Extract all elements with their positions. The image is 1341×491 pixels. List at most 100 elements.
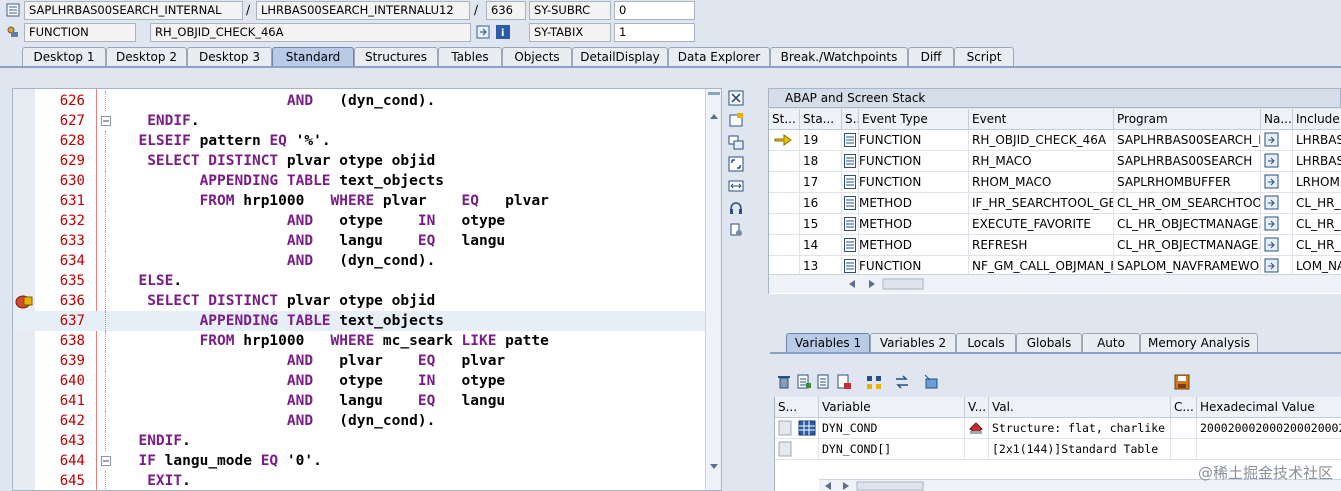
line-number-field[interactable]: 636 <box>486 1 526 20</box>
variable-column-header[interactable]: Variable <box>819 397 965 418</box>
variable-value-cell[interactable]: Structure: flat, charlike <box>989 418 1171 439</box>
include-field[interactable]: LHRBAS00SEARCH_INTERNALU12 <box>256 1 470 20</box>
code-line[interactable]: 630 APPENDING TABLE text_objects <box>13 171 707 191</box>
stack-column-header[interactable]: Event Type <box>859 109 969 130</box>
maximize-icon[interactable] <box>728 156 744 172</box>
code-line[interactable]: 628 ELSEIF pattern EQ '%'. <box>13 131 707 151</box>
tab-diff[interactable]: Diff <box>908 47 954 67</box>
variable-row[interactable]: DYN_COND[] [2x1(144)]Standard Table <box>775 439 1341 460</box>
variable-column-header[interactable]: S... <box>775 397 819 418</box>
program-field[interactable]: SAPLHRBAS00SEARCH_INTERNAL <box>24 1 243 20</box>
code-line[interactable]: 639 AND plvar EQ plvar <box>13 351 707 371</box>
code-line[interactable]: 633 AND langu EQ langu <box>13 231 707 251</box>
stack-column-header[interactable]: Include <box>1293 109 1341 130</box>
tab-variables-1[interactable]: Variables 1 <box>786 333 870 353</box>
navigate-icon[interactable] <box>1261 214 1293 235</box>
stack-row[interactable]: 16 METHOD IF_HR_SEARCHTOOL_GB... CL_HR_OM_S… <box>769 193 1341 214</box>
variable-column-header[interactable]: C... <box>1171 397 1197 418</box>
stack-row[interactable]: 15 METHOD EXECUTE_FAVORITE CL_HR_OBJECTMANA… <box>769 214 1341 235</box>
variable-column-header[interactable]: Hexadecimal Value <box>1197 397 1341 418</box>
code-line[interactable]: 635 ELSE. <box>13 271 707 291</box>
code-line[interactable]: 632 AND otype IN otype <box>13 211 707 231</box>
code-line[interactable]: 626 AND (dyn_cond). <box>13 91 707 111</box>
code-line[interactable]: 629 SELECT DISTINCT plvar otype objid <box>13 151 707 171</box>
new-variable-icon[interactable] <box>796 374 812 390</box>
tab-variables-2[interactable]: Variables 2 <box>870 333 956 353</box>
cursor-icon[interactable] <box>924 374 940 390</box>
split-icon[interactable] <box>728 134 744 150</box>
stack-column-header[interactable]: S... <box>842 109 859 130</box>
swap-icon[interactable] <box>894 374 910 390</box>
tab-locals[interactable]: Locals <box>956 333 1016 353</box>
tab-standard[interactable]: Standard <box>272 47 354 67</box>
variable-name-cell[interactable]: DYN_COND <box>819 418 965 439</box>
headset-icon[interactable] <box>728 200 744 216</box>
code-line[interactable]: 640 AND otype IN otype <box>13 371 707 391</box>
code-line[interactable]: 642 AND (dyn_cond). <box>13 411 707 431</box>
stack-column-header[interactable]: St... <box>769 109 800 130</box>
tab-objects[interactable]: Objects <box>502 47 572 67</box>
save-icon[interactable] <box>1174 374 1190 390</box>
settings-icon[interactable] <box>728 222 744 238</box>
variable-change-cell[interactable] <box>965 439 989 460</box>
tab-data-explorer[interactable]: Data Explorer <box>668 47 770 67</box>
code-line[interactable]: 638 FROM hrp1000 WHERE mc_seark LIKE pat… <box>13 331 707 351</box>
code-line[interactable]: 645 EXIT. <box>13 471 707 490</box>
navigate-icon[interactable] <box>1261 172 1293 193</box>
fold-toggle[interactable] <box>101 116 111 126</box>
variable-row[interactable]: DYN_COND Structure: flat, charlike 2000200… <box>775 418 1341 439</box>
event-name-field[interactable]: RH_OBJID_CHECK_46A <box>150 23 471 42</box>
source-code-editor[interactable]: 626 AND (dyn_cond). 627 ENDIF. 628 ELSEIF … <box>12 88 722 491</box>
code-line[interactable]: 641 AND langu EQ langu <box>13 391 707 411</box>
variable-select-cell[interactable] <box>775 418 819 439</box>
variable-value-cell[interactable]: [2x1(144)]Standard Table <box>989 439 1171 460</box>
stack-column-header[interactable]: Na... <box>1261 109 1293 130</box>
code-line[interactable]: 644 IF langu_mode EQ '0'. <box>13 451 707 471</box>
code-line[interactable]: 634 AND (dyn_cond). <box>13 251 707 271</box>
info-icon[interactable]: i <box>496 25 510 39</box>
stack-row[interactable]: 18 FUNCTIONRH_MACOSAPLHRBAS00SEARCH LHRBAS… <box>769 151 1341 172</box>
editor-vertical-scrollbar[interactable] <box>705 89 721 490</box>
breakpoint-icon[interactable] <box>15 293 33 309</box>
import-icon[interactable] <box>836 374 852 390</box>
stack-column-header[interactable]: Sta... <box>800 109 842 130</box>
navigate-icon[interactable] <box>1261 235 1293 256</box>
tab-tables[interactable]: Tables <box>438 47 502 67</box>
navigate-icon[interactable] <box>1261 130 1293 151</box>
tab-desktop-2[interactable]: Desktop 2 <box>106 47 187 67</box>
event-type-field[interactable]: FUNCTION <box>24 23 136 42</box>
tab-desktop-1[interactable]: Desktop 1 <box>22 47 106 67</box>
code-line[interactable]: 627 ENDIF. <box>13 111 707 131</box>
tab-detail-display[interactable]: DetailDisplay <box>572 47 668 67</box>
code-line[interactable]: 636 SELECT DISTINCT plvar otype objid <box>13 291 707 311</box>
current-code-line[interactable]: 637 APPENDING TABLE text_objects <box>13 311 707 331</box>
tab-script[interactable]: Script <box>954 47 1014 67</box>
stack-column-header[interactable]: Program <box>1114 109 1261 130</box>
change-value-icon[interactable] <box>965 418 989 439</box>
navigate-icon[interactable] <box>1261 193 1293 214</box>
stack-row[interactable]: 17 FUNCTIONRHOM_MACOSAPLRHOMBUFFER LRHOMBU <box>769 172 1341 193</box>
tab-globals[interactable]: Globals <box>1016 333 1082 353</box>
variable-column-header[interactable]: Val. <box>989 397 1171 418</box>
navigate-icon[interactable] <box>476 25 490 39</box>
navigate-icon[interactable] <box>1261 151 1293 172</box>
stack-row[interactable]: 14 METHOD REFRESH CL_HR_OBJECTMANAGE... CL_H… <box>769 235 1341 256</box>
variable-column-header[interactable]: V... <box>965 397 989 418</box>
export-icon[interactable] <box>816 374 832 390</box>
resize-icon[interactable] <box>728 178 744 194</box>
stack-column-header[interactable]: Event <box>969 109 1114 130</box>
stack-row[interactable]: 19 FUNCTION RH_OBJID_CHECK_46A SAPLHRBAS00S… <box>769 130 1341 151</box>
close-icon[interactable] <box>728 90 744 106</box>
delete-icon[interactable] <box>776 374 792 390</box>
code-line[interactable]: 643 ENDIF. <box>13 431 707 451</box>
variable-select-cell[interactable] <box>775 439 819 460</box>
new-window-icon[interactable] <box>728 112 744 128</box>
code-line[interactable]: 631 FROM hrp1000 WHERE plvar EQ plvar <box>13 191 707 211</box>
hierarchy-icon[interactable] <box>866 374 882 390</box>
tab-memory-analysis[interactable]: Memory Analysis <box>1140 333 1258 353</box>
tab-break-watchpoints[interactable]: Break./Watchpoints <box>770 47 908 67</box>
tab-auto[interactable]: Auto <box>1082 333 1140 353</box>
tab-structures[interactable]: Structures <box>354 47 438 67</box>
variable-name-cell[interactable]: DYN_COND[] <box>819 439 965 460</box>
stack-horizontal-scrollbar[interactable] <box>769 274 1341 293</box>
